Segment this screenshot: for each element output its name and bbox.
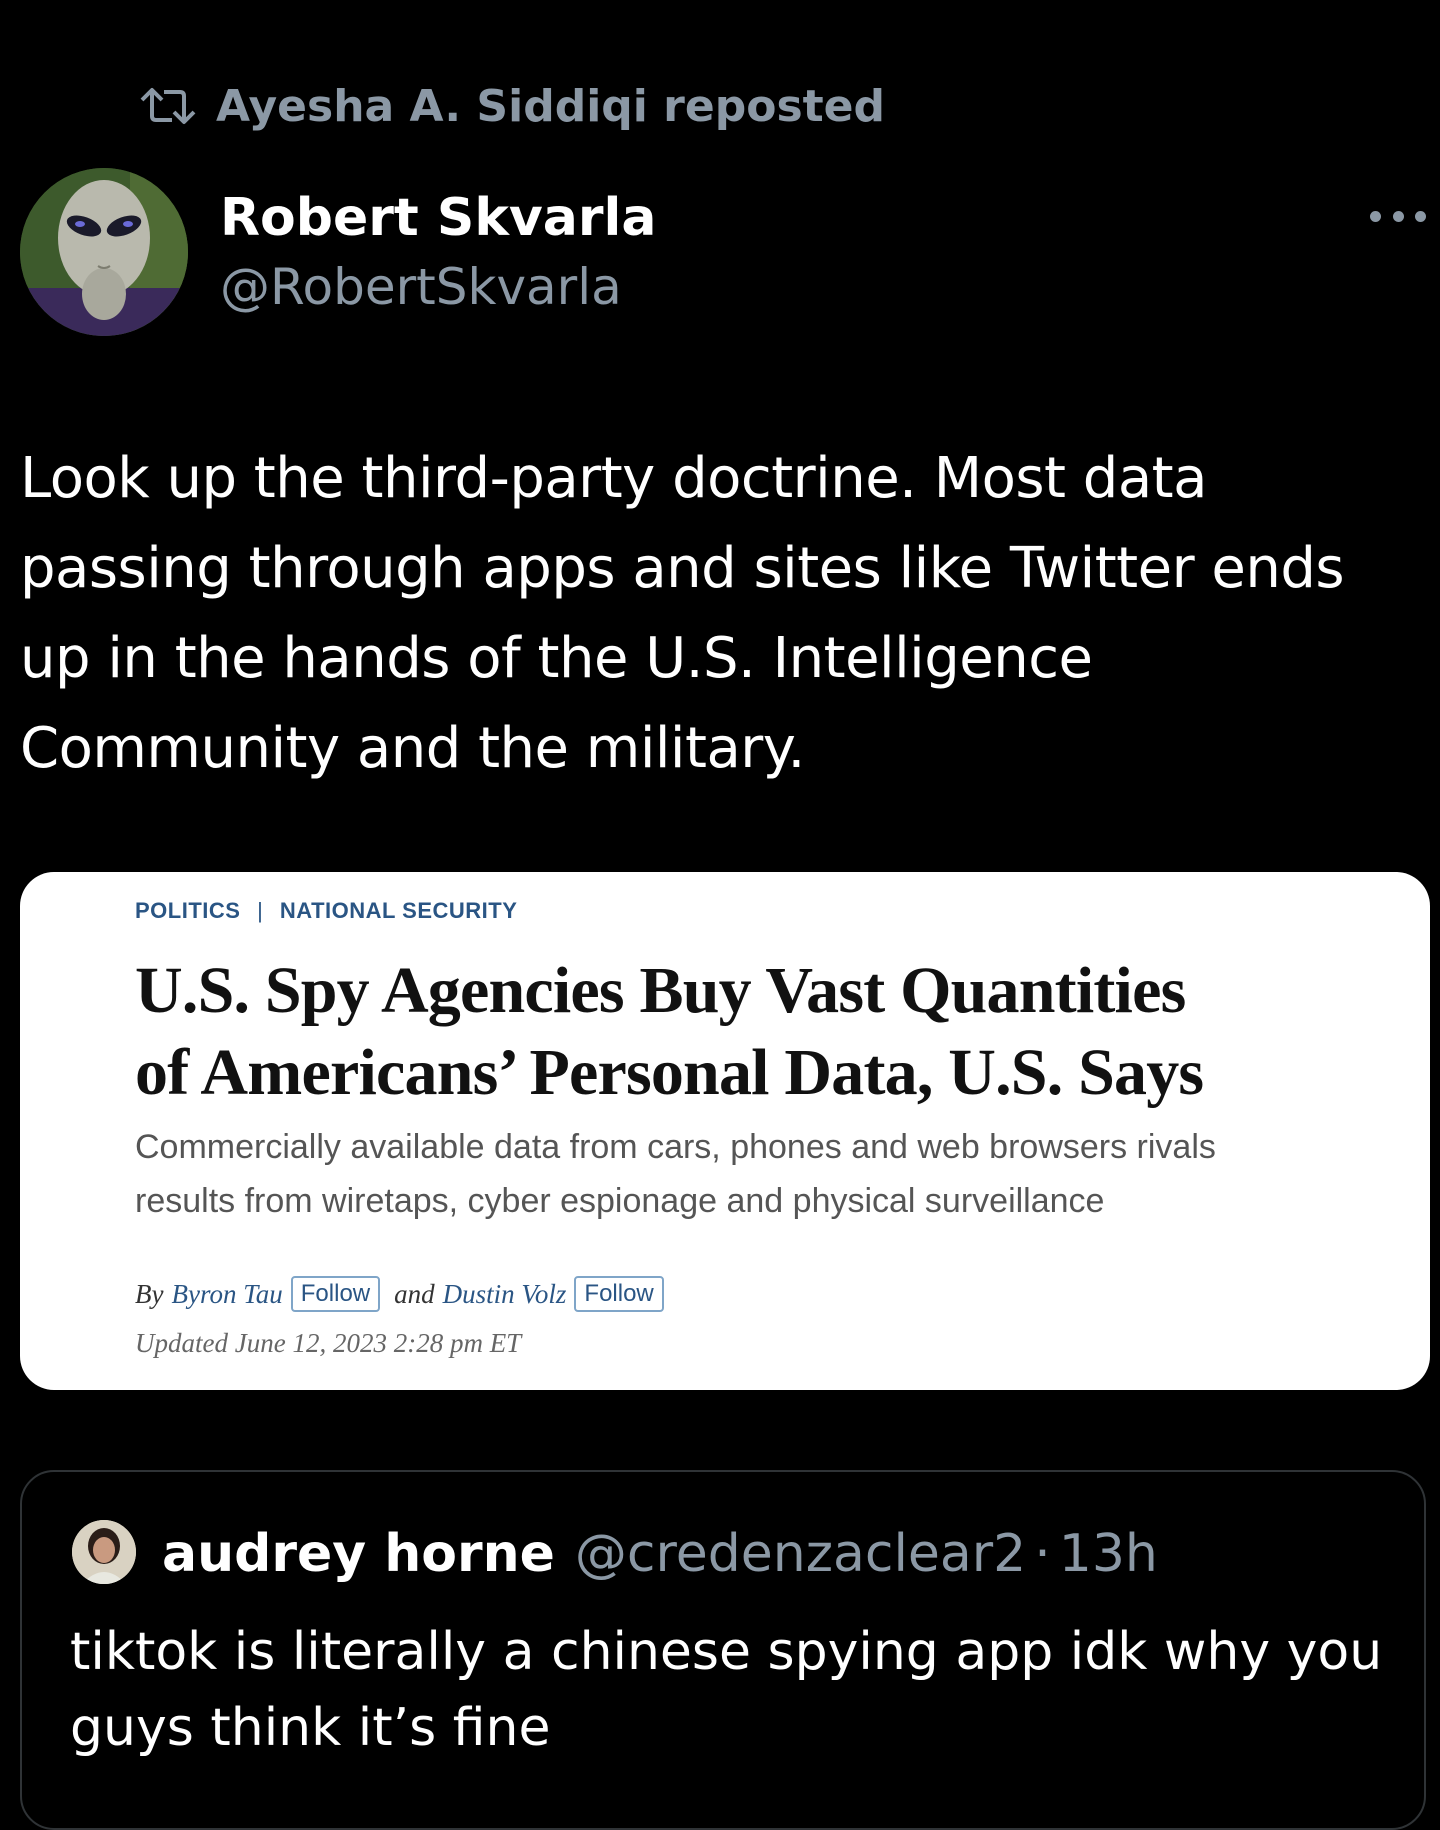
kicker-separator: | xyxy=(257,898,264,923)
quote-avatar[interactable] xyxy=(72,1520,136,1584)
more-dot xyxy=(1392,210,1404,222)
quote-author-name[interactable]: audrey horne xyxy=(162,1524,555,1584)
more-dot xyxy=(1370,210,1381,222)
article-updated: Updated June 12, 2023 2:28 pm ET xyxy=(135,1328,522,1358)
more-dot xyxy=(1415,210,1426,222)
byline-and: and xyxy=(394,1278,435,1309)
alien-avatar-icon xyxy=(20,168,188,336)
quote-header: audrey horne @credenzaclear2 · 13h xyxy=(162,1520,1158,1588)
follow-author-2-button[interactable]: Follow xyxy=(574,1276,664,1312)
quote-tweet-card[interactable]: audrey horne @credenzaclear2 · 13h tikto… xyxy=(20,1470,1426,1830)
quote-timestamp[interactable]: 13h xyxy=(1059,1524,1158,1584)
article-dek: Commercially available data from cars, p… xyxy=(135,1128,1216,1220)
byline-author-2[interactable]: Dustin Volz xyxy=(443,1279,567,1310)
article-kicker: POLITICS | NATIONAL SECURITY xyxy=(135,898,517,924)
repost-icon xyxy=(138,86,198,126)
kicker-section[interactable]: POLITICS xyxy=(135,898,240,923)
quote-author-handle[interactable]: @credenzaclear2 xyxy=(575,1524,1026,1584)
follow-author-1-button[interactable]: Follow xyxy=(290,1276,381,1312)
byline-author-1[interactable]: Byron Tau xyxy=(171,1279,282,1310)
repost-text: Ayesha A. Siddiqi reposted xyxy=(216,80,886,132)
author-avatar[interactable] xyxy=(20,168,188,336)
person-avatar-icon xyxy=(72,1520,136,1584)
article-headline: U.S. Spy Agencies Buy Vast Quantities of… xyxy=(135,954,1204,1109)
author-name[interactable]: Robert Skvarla xyxy=(220,188,656,248)
more-options-icon[interactable] xyxy=(1370,196,1426,236)
quote-text: tiktok is literally a chinese spying app… xyxy=(70,1622,1383,1758)
repost-indicator[interactable]: Ayesha A. Siddiqi reposted xyxy=(138,78,885,134)
quote-separator: · xyxy=(1034,1524,1051,1584)
article-card[interactable]: POLITICS | NATIONAL SECURITY U.S. Spy Ag… xyxy=(20,872,1430,1390)
kicker-subsection[interactable]: NATIONAL SECURITY xyxy=(280,898,517,923)
tweet-text: Look up the third-party doctrine. Most d… xyxy=(20,446,1345,781)
byline-by: By xyxy=(135,1278,164,1309)
article-byline: By Byron Tau Follow and Dustin Volz Foll… xyxy=(135,1276,664,1312)
author-handle[interactable]: @RobertSkvarla xyxy=(220,258,622,316)
